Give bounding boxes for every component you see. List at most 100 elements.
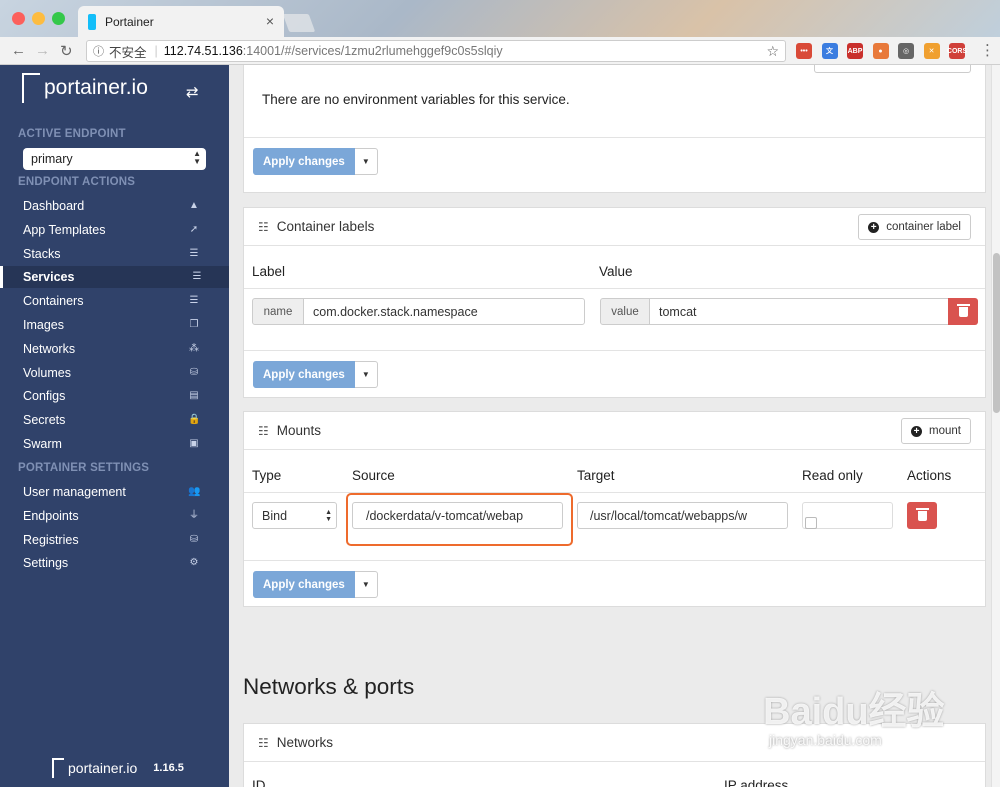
main-content: There are no environment variables for t…	[229, 65, 991, 787]
trash-icon	[915, 507, 929, 521]
registries-icon: ⛁	[189, 533, 199, 545]
scrollbar-thumb[interactable]	[993, 253, 1000, 413]
ext-5-icon[interactable]: ◎	[898, 43, 914, 59]
browser-tab[interactable]: Portainer ×	[78, 6, 284, 37]
read-only-checkbox[interactable]	[805, 517, 817, 529]
ext-4-icon[interactable]: ●	[872, 43, 889, 59]
stacks-icon: ☰	[189, 247, 199, 259]
sidebar-item-stacks[interactable]: Stacks ☰	[0, 243, 229, 265]
app-templates-icon: ➚	[189, 223, 199, 235]
sidebar-item-secrets[interactable]: Secrets 🔒	[0, 409, 229, 431]
remove-mount-button[interactable]	[907, 502, 937, 529]
sidebar-item-volumes[interactable]: Volumes ⛁	[0, 362, 229, 384]
ext-3-icon[interactable]: ABP	[847, 43, 863, 59]
sidebar-item-configs[interactable]: Configs ▤	[0, 385, 229, 407]
mount-type-select[interactable]: Bind ▲ ▼	[252, 502, 337, 529]
col-header-source: Source	[352, 468, 395, 483]
ext-1-icon[interactable]: •••	[796, 43, 812, 59]
maximize-window-button[interactable]	[52, 12, 65, 25]
endpoint-selected-value: primary	[31, 152, 73, 166]
active-endpoint-title: ACTIVE ENDPOINT	[18, 128, 126, 140]
sidebar-item-registries[interactable]: Registries ⛁	[0, 529, 229, 551]
sidebar-item-containers[interactable]: Containers ☰	[0, 290, 229, 312]
add-container-label-text: container label	[886, 221, 961, 233]
portainer-logo[interactable]: portainer.io	[22, 73, 148, 103]
sidebar-item-networks[interactable]: Networks ⁂	[0, 338, 229, 360]
sidebar-item-label: Containers	[23, 294, 84, 309]
address-bar[interactable]: ⓘ 不安全 | 112.74.51.136 :14001/#/services/…	[86, 40, 786, 62]
images-icon: ❐	[189, 319, 199, 330]
close-window-button[interactable]	[12, 12, 25, 25]
dashboard-icon: ▲	[189, 200, 199, 211]
forward-arrow-icon[interactable]: →	[35, 42, 50, 59]
settings-icon: ⚙	[189, 557, 199, 569]
reload-icon[interactable]: ↻	[60, 42, 73, 60]
list-icon: ☷	[258, 423, 269, 438]
divider	[244, 137, 985, 138]
sidebar-item-swarm[interactable]: Swarm ▣	[0, 433, 229, 455]
new-tab-button[interactable]	[282, 14, 316, 32]
sidebar-item-label: App Templates	[23, 222, 106, 237]
container-labels-panel: ☷ Container labels + container label Lab…	[243, 207, 986, 398]
env-apply-dropdown-toggle[interactable]: ▼	[354, 148, 378, 175]
crane-logo-small-icon	[52, 758, 64, 778]
col-header-label: Label	[252, 264, 286, 279]
col-header-type: Type	[252, 468, 282, 483]
add-container-label-button[interactable]: + container label	[858, 214, 971, 240]
sidebar-item-label: Services	[23, 270, 75, 285]
add-mount-button[interactable]: + mount	[901, 418, 971, 444]
bookmark-star-icon[interactable]: ☆	[766, 43, 779, 60]
env-apply-changes-button[interactable]: Apply changes	[253, 148, 355, 175]
mounts-apply-dropdown-toggle[interactable]: ▼	[354, 571, 378, 598]
sidebar-item-endpoints[interactable]: Endpoints ⏚	[0, 505, 229, 527]
sidebar-item-user-management[interactable]: User management 👥	[0, 481, 229, 503]
networks-ports-heading: Networks & ports	[243, 674, 415, 699]
col-header-read-only: Read only	[802, 468, 863, 483]
list-icon: ☷	[258, 219, 269, 234]
services-icon: ☰	[192, 271, 202, 283]
labels-apply-dropdown-toggle[interactable]: ▼	[354, 361, 378, 388]
sidebar-item-label: Registries	[23, 532, 79, 547]
mount-target-input[interactable]: /usr/local/tomcat/webapps/w	[577, 502, 788, 529]
sidebar-item-label: Endpoints	[23, 508, 79, 523]
swap-endpoint-icon[interactable]: ⇄	[186, 83, 199, 101]
sidebar-item-settings[interactable]: Settings ⚙	[0, 552, 229, 574]
watermark-sub: jingyan.baidu.com	[769, 732, 882, 748]
menu-dots-icon[interactable]: ⋮	[980, 41, 995, 59]
remove-label-button[interactable]	[948, 298, 978, 325]
mounts-apply-group: Apply changes ▼	[253, 571, 378, 598]
ext-7-icon[interactable]: CORS	[947, 43, 967, 59]
minimize-window-button[interactable]	[32, 12, 45, 25]
url-host: 112.74.51.136	[163, 44, 243, 58]
labels-apply-group: Apply changes ▼	[253, 361, 378, 388]
close-tab-icon[interactable]: ×	[266, 13, 274, 29]
sidebar-item-dashboard[interactable]: Dashboard ▲	[0, 195, 229, 217]
volumes-icon: ⛁	[189, 366, 199, 378]
ext-6-icon[interactable]: ✕	[923, 43, 940, 59]
labels-apply-changes-button[interactable]: Apply changes	[253, 361, 355, 388]
endpoint-select[interactable]: primary ▲ ▼	[23, 148, 206, 170]
info-icon[interactable]: ⓘ	[93, 43, 104, 59]
sidebar-item-services[interactable]: Services ☰	[0, 266, 229, 289]
back-arrow-icon[interactable]: ←	[11, 42, 26, 59]
label-value-input[interactable]: tomcat	[649, 298, 949, 325]
divider	[244, 350, 985, 351]
portainer-favicon-icon	[88, 13, 96, 30]
env-add-button-partial[interactable]	[814, 65, 971, 73]
plus-circle-icon: +	[911, 425, 923, 437]
trash-icon	[956, 303, 970, 317]
footer-logo-text: portainer.io	[68, 760, 138, 776]
sidebar-item-app-templates[interactable]: App Templates ➚	[0, 219, 229, 241]
url-divider: |	[154, 44, 158, 58]
label-name-input[interactable]: com.docker.stack.namespace	[303, 298, 585, 325]
logo-text: portainer.io	[44, 76, 148, 99]
sidebar-item-label: Volumes	[23, 365, 71, 380]
sidebar-item-label: Stacks	[23, 246, 61, 261]
page-scrollbar[interactable]	[991, 65, 1000, 787]
ext-2-icon[interactable]: 文	[821, 43, 838, 59]
mounts-apply-changes-button[interactable]: Apply changes	[253, 571, 355, 598]
sidebar-item-label: Configs	[23, 389, 66, 404]
sidebar-item-images[interactable]: Images ❐	[0, 314, 229, 336]
container-labels-header: ☷ Container labels + container label	[244, 208, 985, 246]
sidebar-item-label: Images	[23, 318, 64, 332]
